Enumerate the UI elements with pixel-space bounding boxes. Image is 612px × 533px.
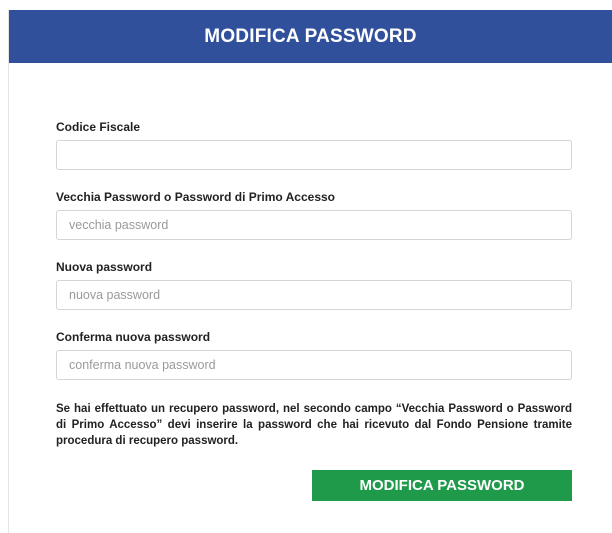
recovery-note: Se hai effettuato un recupero password, … xyxy=(56,403,572,447)
vecchia-password-input[interactable] xyxy=(56,210,572,240)
modifica-password-button[interactable]: MODIFICA PASSWORD xyxy=(312,470,572,501)
conferma-password-input[interactable] xyxy=(56,350,572,380)
page-title: MODIFICA PASSWORD xyxy=(204,25,417,47)
conferma-password-label: Conferma nuova password xyxy=(56,330,211,344)
nuova-password-label: Nuova password xyxy=(56,260,153,274)
nuova-password-input[interactable] xyxy=(56,280,572,310)
panel-header: MODIFICA PASSWORD xyxy=(9,10,612,63)
codice-fiscale-label: Codice Fiscale xyxy=(56,120,141,134)
vecchia-password-label: Vecchia Password o Password di Primo Acc… xyxy=(56,190,336,204)
codice-fiscale-input[interactable] xyxy=(56,140,572,170)
modifica-password-panel: MODIFICA PASSWORD Codice Fiscale Vecchia… xyxy=(8,10,612,533)
